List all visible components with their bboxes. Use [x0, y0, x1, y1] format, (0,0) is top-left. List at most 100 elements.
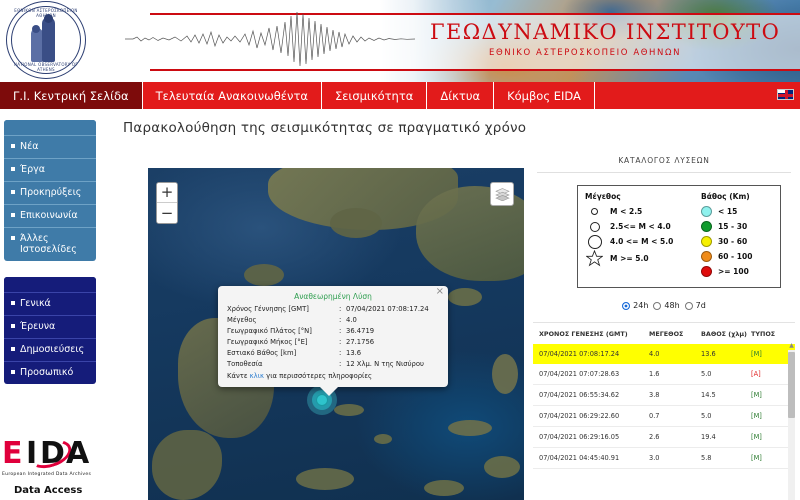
legend-magnitude-label: M < 2.5 — [610, 207, 642, 216]
legend-depth-item: 15 - 30 — [701, 220, 752, 233]
nav-filler — [595, 82, 800, 109]
page-root: ΕΘΝΙΚΟΝ ΑΣΤΕΡΟΣΚΟΠΕΙΟΝ ΑΘΗΝΩΝ NATIONAL O… — [0, 0, 800, 500]
sidebar-item-contact[interactable]: Επικοινωνία — [4, 205, 96, 228]
sidebar-item-news[interactable]: Νέα — [4, 136, 96, 159]
table-row[interactable]: 07/04/2021 04:45:40.91 3.0 5.8 [M] — [533, 448, 795, 469]
nav-item-networks[interactable]: Δίκτυα — [427, 82, 494, 109]
sidebar-item-staff[interactable]: Προσωπικό — [4, 362, 96, 384]
popup-more-link[interactable]: κλικ — [250, 372, 264, 380]
radio-48h-icon[interactable] — [653, 302, 661, 310]
cell-origin-time: 07/04/2021 06:29:16.05 — [539, 433, 649, 441]
cell-type: [M] — [751, 412, 793, 420]
sidebar-item-projects[interactable]: Έργα — [4, 159, 96, 182]
popup-value-location: 12 Χλμ. Ν της Νισύρου — [346, 359, 439, 370]
sidebar-item-general[interactable]: Γενικά — [4, 293, 96, 316]
sidebar-label-news: Νέα — [20, 141, 39, 153]
popup-label-longitude: Γεωγραφικό Μήκος [°E] — [227, 337, 339, 348]
bullet-icon — [11, 213, 15, 217]
legend-depth-item: 60 - 100 — [701, 250, 752, 263]
eida-logo-block[interactable]: E I D A European Integrated Data Archive… — [0, 437, 110, 496]
magnitude-circle-small-icon — [585, 208, 604, 215]
header-titles: ΓΕΩΔΥΝΑΜΙΚΟ ΙΝΣΤΙΤΟΥΤΟ ΕΘΝΙΚΟ ΑΣΤΕΡΟΣΚΟΠ… — [430, 22, 740, 58]
main-navigation: Γ.Ι. Κεντρική Σελίδα Τελευταία Ανακοινωθ… — [0, 82, 800, 109]
eida-letter-e: E — [2, 439, 23, 469]
time-filter-7d[interactable]: 7d — [685, 301, 706, 310]
sidebar-block-primary-header — [4, 120, 96, 136]
depth-swatch-30-60-icon — [701, 236, 712, 247]
legend-magnitude-item: 4.0 <= M < 5.0 — [585, 235, 689, 248]
bullet-icon — [11, 324, 15, 328]
bullet-icon — [11, 144, 15, 148]
seismicity-map[interactable]: + − × Αναθεωρημένη Λύση Χρόνος Γέννησης … — [148, 168, 524, 500]
seal-figure-icon — [30, 17, 62, 63]
radio-24h-icon[interactable] — [622, 302, 630, 310]
zoom-out-button[interactable]: − — [157, 203, 177, 223]
table-scrollbar[interactable]: ▲ — [788, 350, 795, 500]
scroll-up-arrow-icon[interactable]: ▲ — [788, 342, 795, 349]
column-header-type[interactable]: ΤΥΠΟΣ — [751, 330, 793, 338]
sidebar-label-general: Γενικά — [20, 298, 51, 310]
uk-flag-icon[interactable] — [777, 89, 794, 100]
table-row[interactable]: 07/04/2021 07:07:28.63 1.6 5.0 [A] — [533, 364, 795, 385]
map-landmass — [484, 456, 520, 478]
table-row[interactable]: 07/04/2021 07:08:17.24 4.0 13.6 [M] — [533, 344, 795, 364]
map-landmass — [374, 434, 392, 444]
eida-logo-icon: E I D A — [0, 437, 110, 471]
eida-letter-i: I — [26, 439, 37, 469]
popup-close-icon[interactable]: × — [436, 287, 444, 297]
legend-depth-item: >= 100 — [701, 265, 752, 278]
bullet-icon — [11, 167, 15, 171]
sidebar-label-staff: Προσωπικό — [20, 367, 73, 379]
table-row[interactable]: 07/04/2021 06:29:22.60 0.7 5.0 [M] — [533, 406, 795, 427]
cell-magnitude: 3.0 — [649, 454, 701, 462]
legend-depth-item: 30 - 60 — [701, 235, 752, 248]
map-landmass — [424, 480, 464, 496]
map-landmass — [448, 420, 492, 436]
popup-more-suffix: για περισσότερες πληροφορίες — [264, 372, 372, 380]
eida-data-access-link[interactable]: Data Access — [0, 485, 110, 496]
nav-label-seismicity: Σεισμικότητα — [335, 89, 413, 103]
cell-depth: 14.5 — [701, 391, 751, 399]
time-filter-48h[interactable]: 48h — [653, 301, 679, 310]
sidebar-item-other-sites[interactable]: Άλλες Ιστοσελίδες — [4, 228, 96, 262]
zoom-in-button[interactable]: + — [157, 183, 177, 203]
legend-magnitude-label: 2.5<= M < 4.0 — [610, 222, 671, 231]
cell-type: [M] — [751, 454, 793, 462]
sidebar-label-contact: Επικοινωνία — [20, 210, 78, 222]
legend-magnitude-item: 2.5<= M < 4.0 — [585, 220, 689, 233]
cell-origin-time: 07/04/2021 04:45:40.91 — [539, 454, 649, 462]
map-landmass — [296, 468, 354, 490]
sidebar-item-calls[interactable]: Προκηρύξεις — [4, 182, 96, 205]
cell-origin-time: 07/04/2021 06:29:22.60 — [539, 412, 649, 420]
cell-type: [A] — [751, 370, 793, 378]
cell-origin-time: 07/04/2021 07:08:17.24 — [539, 350, 649, 358]
nav-item-announcements[interactable]: Τελευταία Ανακοινωθέντα — [143, 82, 322, 109]
sidebar-item-research[interactable]: Έρευνα — [4, 316, 96, 339]
time-filter-24h[interactable]: 24h — [622, 301, 648, 310]
popup-row-longitude: Γεωγραφικό Μήκος [°E] : 27.1756 — [227, 337, 439, 348]
popup-separator: : — [339, 315, 346, 326]
scrollbar-thumb[interactable] — [788, 352, 795, 418]
table-row[interactable]: 07/04/2021 06:55:34.62 3.8 14.5 [M] — [533, 385, 795, 406]
radio-7d-icon[interactable] — [685, 302, 693, 310]
column-header-magnitude[interactable]: ΜΕΓΕΘΟΣ — [649, 330, 701, 338]
eida-letter-d: D — [40, 439, 65, 469]
sidebar-item-publications[interactable]: Δημοσιεύσεις — [4, 339, 96, 362]
table-row[interactable]: 07/04/2021 06:29:16.05 2.6 19.4 [M] — [533, 427, 795, 448]
cell-magnitude: 2.6 — [649, 433, 701, 441]
time-filter-label-24h: 24h — [633, 301, 648, 310]
map-layers-button[interactable] — [490, 182, 514, 206]
seal-text-bottom: NATIONAL OBSERVATORY OF ATHENS — [6, 62, 86, 72]
map-zoom-controls: + − — [156, 182, 178, 224]
popup-label-origin-time: Χρόνος Γέννησης [GMT] — [227, 304, 339, 315]
nav-item-home[interactable]: Γ.Ι. Κεντρική Σελίδα — [0, 82, 143, 109]
legend-magnitude-label: M >= 5.0 — [610, 254, 649, 263]
popup-value-depth: 13.6 — [346, 348, 439, 359]
popup-more-info: Κάντε κλικ για περισσότερες πληροφορίες — [227, 372, 439, 380]
column-header-depth[interactable]: ΒΑΘΟΣ (χλμ) — [701, 330, 751, 338]
column-header-origin-time[interactable]: ΧΡΟΝΟΣ ΓΕΝΕΣΗΣ (GMT) — [539, 330, 649, 338]
nav-item-eida-node[interactable]: Κόμβος EIDA — [494, 82, 595, 109]
cell-type: [M] — [751, 391, 793, 399]
cell-depth: 5.8 — [701, 454, 751, 462]
nav-item-seismicity[interactable]: Σεισμικότητα — [322, 82, 427, 109]
